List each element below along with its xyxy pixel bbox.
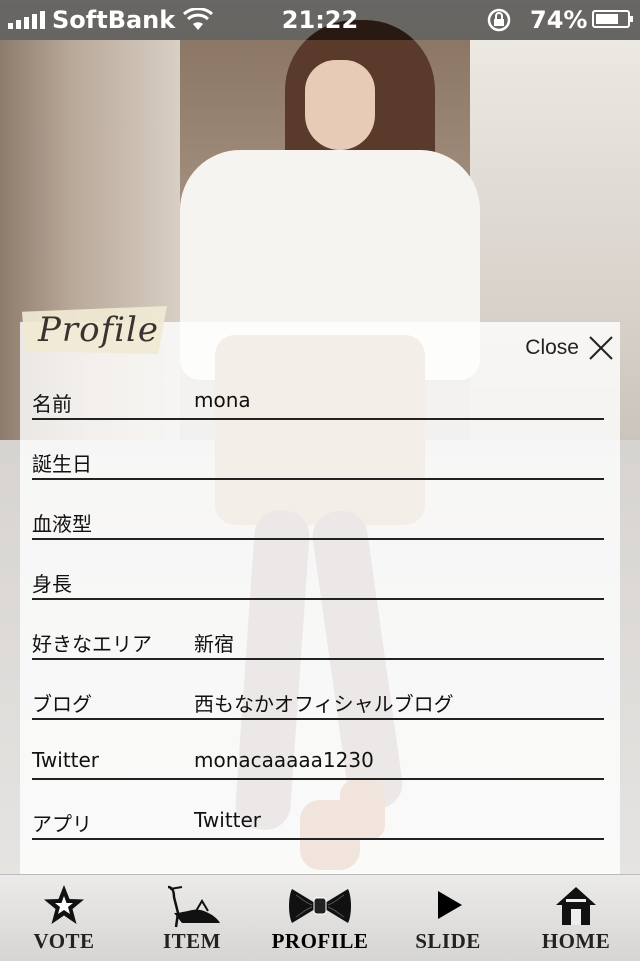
divider bbox=[32, 538, 604, 540]
bow-icon bbox=[289, 889, 351, 923]
profile-row-app: アプリ Twitter bbox=[32, 792, 604, 852]
tab-label: PROFILE bbox=[271, 929, 369, 953]
rotation-lock-icon bbox=[487, 8, 511, 32]
tab-home[interactable]: HOME bbox=[512, 875, 640, 961]
profile-row-birthday: 誕生日 bbox=[32, 432, 604, 492]
close-icon bbox=[589, 336, 613, 360]
profile-row-blood-type: 血液型 bbox=[32, 492, 604, 552]
house-icon bbox=[556, 887, 596, 925]
tab-label: SLIDE bbox=[415, 929, 481, 953]
field-label: 身長 bbox=[32, 572, 72, 596]
profile-heading-tab: Profile bbox=[22, 306, 167, 354]
profile-heading: Profile bbox=[38, 310, 160, 350]
tab-bar: VOTE ITEM PROFILE SLIDE HOME bbox=[0, 874, 640, 961]
app-link[interactable]: Twitter bbox=[194, 808, 261, 832]
profile-row-twitter: Twitter monacaaaaa1230 bbox=[32, 732, 604, 792]
battery-icon bbox=[592, 10, 633, 28]
field-label: 誕生日 bbox=[32, 452, 92, 476]
tab-label: VOTE bbox=[33, 929, 95, 953]
profile-row-name: 名前 mona bbox=[32, 372, 604, 432]
field-label: Twitter bbox=[32, 748, 100, 772]
star-icon bbox=[44, 885, 84, 924]
field-label: アプリ bbox=[32, 812, 92, 836]
divider bbox=[32, 778, 604, 780]
high-heel-icon bbox=[167, 885, 220, 928]
tab-label: ITEM bbox=[162, 929, 221, 953]
divider bbox=[32, 478, 604, 480]
tab-item[interactable]: ITEM bbox=[128, 875, 256, 961]
profile-row-height: 身長 bbox=[32, 552, 604, 612]
status-bar: SoftBank 21:22 74% bbox=[0, 0, 640, 40]
close-button[interactable]: Close bbox=[510, 330, 615, 366]
tab-vote[interactable]: VOTE bbox=[0, 875, 128, 961]
play-icon bbox=[438, 891, 462, 919]
field-label: ブログ bbox=[32, 692, 92, 716]
profile-row-blog: ブログ 西もなかオフィシャルブログ bbox=[32, 672, 604, 732]
close-label: Close bbox=[525, 336, 579, 359]
twitter-link[interactable]: monacaaaaa1230 bbox=[194, 748, 374, 772]
profile-row-favorite-area: 好きなエリア 新宿 bbox=[32, 612, 604, 672]
divider bbox=[32, 418, 604, 420]
field-value: 新宿 bbox=[194, 632, 234, 656]
divider bbox=[32, 718, 604, 720]
tab-label: HOME bbox=[541, 929, 611, 953]
field-label: 血液型 bbox=[32, 512, 92, 536]
divider bbox=[32, 838, 604, 840]
divider bbox=[32, 598, 604, 600]
field-label: 好きなエリア bbox=[32, 632, 152, 656]
field-label: 名前 bbox=[32, 392, 72, 416]
field-value: mona bbox=[194, 388, 251, 412]
divider bbox=[32, 658, 604, 660]
tab-slide[interactable]: SLIDE bbox=[384, 875, 512, 961]
blog-link[interactable]: 西もなかオフィシャルブログ bbox=[194, 688, 454, 717]
profile-fields: 名前 mona 誕生日 血液型 身長 好きなエリア 新宿 ブログ 西もなかオフィ… bbox=[32, 372, 604, 852]
tab-profile[interactable]: PROFILE bbox=[256, 875, 384, 961]
battery-percent: 74% bbox=[530, 6, 588, 34]
